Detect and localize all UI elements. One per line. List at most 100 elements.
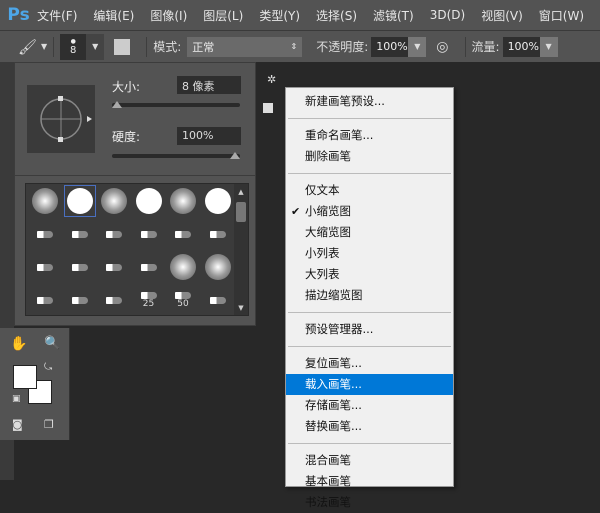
menu-item[interactable]: 描边缩览图 <box>286 285 453 306</box>
zoom-tool-icon[interactable]: 🔍 <box>44 336 60 351</box>
menu-item[interactable]: 复位画笔... <box>286 353 453 374</box>
menu-3[interactable]: 图层(L) <box>203 7 243 24</box>
brush-tip-icon <box>71 296 88 304</box>
brush-preset[interactable] <box>29 251 61 283</box>
swap-colors-icon[interactable]: ⤿ <box>44 362 52 373</box>
brush-preset[interactable] <box>29 284 61 316</box>
brush-preset[interactable] <box>64 284 96 316</box>
brush-tip-icon <box>32 188 58 214</box>
hardness-input[interactable]: 100% <box>177 127 241 145</box>
mode-select[interactable]: 正常 ⇕ <box>187 36 303 57</box>
size-slider[interactable] <box>112 101 240 108</box>
grid-scrollbar[interactable]: ▲ ▼ <box>234 184 248 315</box>
opacity-input[interactable]: 100% <box>371 36 409 57</box>
brush-tip-icon <box>175 291 191 299</box>
brush-preset[interactable] <box>63 185 96 217</box>
hardness-slider[interactable] <box>112 152 240 159</box>
brush-preset[interactable] <box>133 251 165 283</box>
flow-dropdown[interactable]: ▼ <box>539 36 558 57</box>
brush-size-picker[interactable]: ● 8 <box>60 33 87 60</box>
brush-angle-preview[interactable] <box>27 85 95 153</box>
menu-item[interactable]: 书法画笔 <box>286 492 453 513</box>
menu-item[interactable]: 大缩览图 <box>286 222 453 243</box>
hardness-slider-thumb[interactable] <box>230 152 240 159</box>
menu-item[interactable]: ✔ 小缩览图 <box>286 201 453 222</box>
brush-tip-icon <box>209 230 226 238</box>
menu-separator <box>288 118 451 119</box>
menu-item[interactable]: 大列表 <box>286 264 453 285</box>
menu-item[interactable]: 预设管理器... <box>286 319 453 340</box>
brush-preset[interactable] <box>133 185 165 217</box>
menu-item[interactable]: 删除画笔 <box>286 146 453 167</box>
brush-tip-icon <box>71 230 88 238</box>
brush-preset[interactable] <box>167 251 199 283</box>
brush-preset[interactable] <box>202 218 234 250</box>
brush-preset[interactable] <box>98 284 130 316</box>
hand-tool-icon[interactable]: ✋ <box>10 336 27 352</box>
brush-preset[interactable] <box>98 251 130 283</box>
brush-panel-toggle-icon[interactable] <box>114 38 131 55</box>
flow-input[interactable]: 100% <box>502 36 540 57</box>
menu-9[interactable]: 窗口(W) <box>539 7 584 24</box>
brush-picker-dropdown[interactable]: ▼ <box>86 33 105 60</box>
menu-item[interactable]: 载入画笔... <box>286 374 453 395</box>
menu-6[interactable]: 滤镜(T) <box>373 7 414 24</box>
brush-tip-icon <box>170 254 196 280</box>
gear-icon[interactable]: ✲ <box>267 73 276 86</box>
menu-item[interactable]: 小列表 <box>286 243 453 264</box>
menu-5[interactable]: 选择(S) <box>316 7 357 24</box>
brush-preset[interactable] <box>202 251 234 283</box>
brush-preset[interactable] <box>133 218 165 250</box>
brush-tip-icon <box>37 296 53 304</box>
menu-1[interactable]: 编辑(E) <box>93 7 134 24</box>
menu-item[interactable]: 新建画笔预设... <box>286 91 453 112</box>
menu-8[interactable]: 视图(V) <box>481 7 523 24</box>
brush-tip-icon <box>209 296 226 304</box>
menu-item[interactable]: 仅文本 <box>286 180 453 201</box>
opacity-label: 不透明度: <box>316 40 369 54</box>
menu-item[interactable]: 基本画笔 <box>286 471 453 492</box>
brush-size-label: 50 <box>177 298 189 309</box>
brush-preset[interactable] <box>64 251 96 283</box>
new-preset-icon[interactable] <box>263 103 273 113</box>
brush-preset[interactable] <box>202 284 234 316</box>
brush-preset[interactable] <box>167 218 199 250</box>
menu-item-label: 新建画笔预设... <box>305 94 385 108</box>
brush-tool-icon[interactable]: 🖌 <box>18 38 37 56</box>
quick-mask-icon[interactable]: ◙ <box>12 418 23 431</box>
size-label: 大小: <box>112 80 141 94</box>
brush-preset[interactable]: 50 <box>167 284 199 316</box>
brush-preset[interactable] <box>29 218 61 250</box>
menu-item[interactable]: 替换画笔... <box>286 416 453 437</box>
brush-preset[interactable]: 25 <box>133 284 165 316</box>
menu-item-label: 描边缩览图 <box>305 288 363 302</box>
opacity-dropdown[interactable]: ▼ <box>408 36 427 57</box>
airbrush-pressure-icon[interactable]: ◎ <box>436 39 448 55</box>
brush-preset[interactable] <box>29 185 61 217</box>
menu-7[interactable]: 3D(D) <box>430 8 465 22</box>
tool-preset-dropdown[interactable]: ▼ <box>41 42 47 51</box>
menu-separator <box>288 443 451 444</box>
menu-item-label: 小列表 <box>305 246 340 260</box>
menu-item-label: 删除画笔 <box>305 149 351 163</box>
size-input[interactable]: 8 像素 <box>177 76 241 94</box>
menu-item-label: 预设管理器... <box>305 322 374 336</box>
foreground-color-swatch[interactable] <box>13 365 37 389</box>
brush-preset[interactable] <box>64 218 96 250</box>
menu-0[interactable]: 文件(F) <box>37 7 77 24</box>
brush-preset[interactable] <box>98 218 130 250</box>
menu-item[interactable]: 混合画笔 <box>286 450 453 471</box>
menu-item[interactable]: 存储画笔... <box>286 395 453 416</box>
brush-preset[interactable] <box>167 185 199 217</box>
brush-preset[interactable] <box>202 185 234 217</box>
brush-preset[interactable] <box>98 185 130 217</box>
checkmark-icon: ✔ <box>291 205 301 218</box>
menu-4[interactable]: 类型(Y) <box>259 7 300 24</box>
screen-mode-icon[interactable]: ❐ <box>44 418 54 431</box>
menu-item[interactable]: 重命名画笔... <box>286 125 453 146</box>
menu-2[interactable]: 图像(I) <box>150 7 187 24</box>
menu-item-label: 大缩览图 <box>305 225 351 239</box>
size-slider-thumb[interactable] <box>112 101 122 108</box>
default-colors-icon[interactable]: ▣ <box>12 394 21 404</box>
menu-separator <box>288 173 451 174</box>
